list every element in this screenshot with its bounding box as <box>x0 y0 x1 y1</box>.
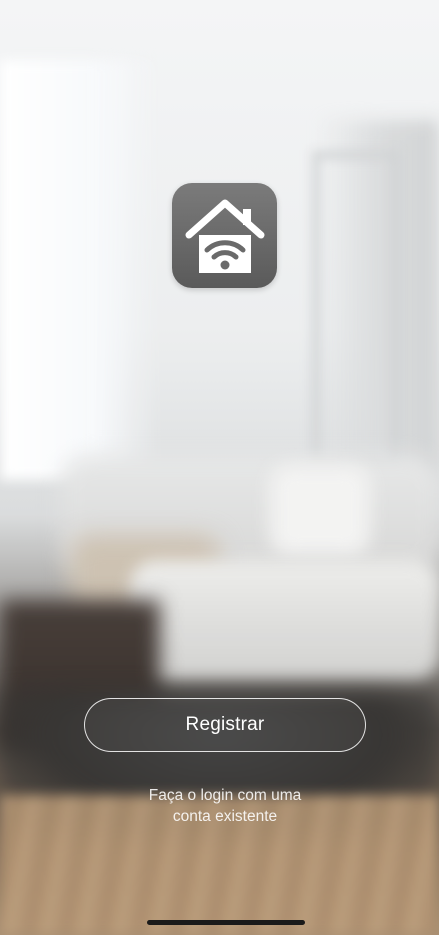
welcome-screen: Registrar Faça o login com uma conta exi… <box>0 0 439 935</box>
login-link-line-2: conta existente <box>172 808 278 825</box>
app-logo <box>172 183 277 288</box>
login-link-line-1: Faça o login com uma <box>148 787 302 804</box>
register-button[interactable]: Registrar <box>84 698 366 752</box>
home-indicator[interactable] <box>147 920 305 925</box>
smart-home-wifi-icon <box>185 199 264 273</box>
login-existing-account-link[interactable]: Faça o login com uma conta existente <box>110 785 340 827</box>
